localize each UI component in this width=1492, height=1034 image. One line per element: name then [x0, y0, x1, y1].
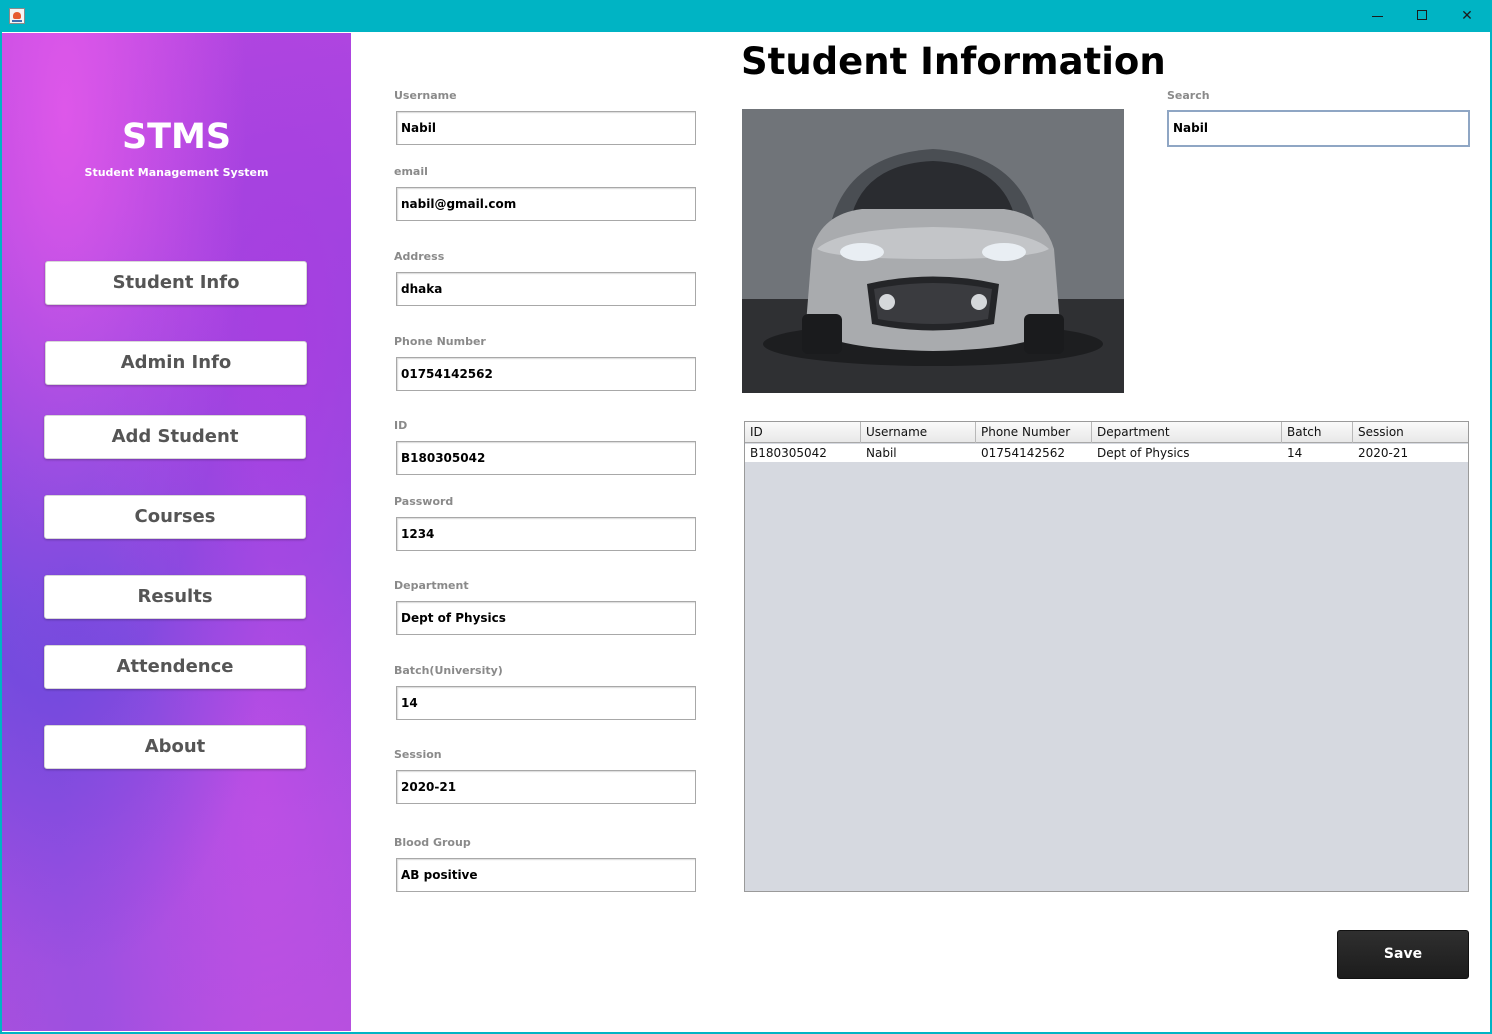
- cell-batch: 14: [1287, 446, 1303, 460]
- column-header-session[interactable]: Session: [1353, 422, 1468, 443]
- sidebar: STMS Student Management System Student I…: [2, 33, 351, 1031]
- student-photo: [742, 109, 1124, 393]
- session-field[interactable]: 2020-21: [396, 770, 696, 804]
- department-field[interactable]: Dept of Physics: [396, 601, 696, 635]
- cell-username: Nabil: [866, 446, 897, 460]
- search-input[interactable]: Nabil: [1167, 110, 1470, 147]
- batch-label: Batch(University): [394, 664, 503, 677]
- column-header-department[interactable]: Department: [1092, 422, 1282, 443]
- nav-about-button[interactable]: About: [44, 725, 306, 769]
- username-label: Username: [394, 89, 457, 102]
- username-field[interactable]: Nabil: [396, 111, 696, 145]
- address-field[interactable]: dhaka: [396, 272, 696, 306]
- email-field[interactable]: nabil@gmail.com: [396, 187, 696, 221]
- nav-courses-button[interactable]: Courses: [44, 495, 306, 539]
- id-field[interactable]: B180305042: [396, 441, 696, 475]
- nav-results-button[interactable]: Results: [44, 575, 306, 619]
- maximize-button[interactable]: [1399, 0, 1445, 32]
- save-button[interactable]: Save: [1337, 930, 1469, 979]
- column-header-phone-number[interactable]: Phone Number: [976, 422, 1092, 443]
- close-button[interactable]: ✕: [1444, 0, 1490, 32]
- nav-student-info-button[interactable]: Student Info: [45, 261, 307, 305]
- password-label: Password: [394, 495, 454, 508]
- nav-admin-info-button[interactable]: Admin Info: [45, 341, 307, 385]
- department-label: Department: [394, 579, 469, 592]
- phone-number-label: Phone Number: [394, 335, 486, 348]
- window-titlebar: ✕: [0, 0, 1492, 32]
- java-app-icon: [9, 8, 25, 24]
- address-label: Address: [394, 250, 445, 263]
- column-header-batch[interactable]: Batch: [1282, 422, 1353, 443]
- maximize-icon: [1417, 10, 1427, 20]
- cell-phone-number: 01754142562: [981, 446, 1065, 460]
- blood-group-field[interactable]: AB positive: [396, 858, 696, 892]
- car-photo-illustration: [742, 109, 1124, 393]
- password-field[interactable]: 1234: [396, 517, 696, 551]
- nav-add-student-button[interactable]: Add Student: [44, 415, 306, 459]
- phone-number-field[interactable]: 01754142562: [396, 357, 696, 391]
- batch-field[interactable]: 14: [396, 686, 696, 720]
- cell-department: Dept of Physics: [1097, 446, 1190, 460]
- blood-group-label: Blood Group: [394, 836, 471, 849]
- minimize-icon: [1372, 16, 1383, 17]
- cell-session: 2020-21: [1358, 446, 1409, 460]
- column-header-username[interactable]: Username: [861, 422, 976, 443]
- close-icon: ✕: [1461, 8, 1473, 24]
- app-title: STMS: [121, 117, 232, 157]
- table-row[interactable]: B180305042 Nabil 01754142562 Dept of Phy…: [745, 444, 1468, 462]
- app-subtitle: Student Management System: [84, 166, 269, 179]
- cell-id: B180305042: [750, 446, 827, 460]
- column-header-id[interactable]: ID: [745, 422, 861, 443]
- table-header: ID Username Phone Number Department Batc…: [745, 422, 1468, 443]
- id-label: ID: [394, 419, 408, 432]
- page-title: Student Information: [741, 40, 1166, 83]
- email-label: email: [394, 165, 428, 178]
- minimize-button[interactable]: [1354, 0, 1400, 32]
- session-label: Session: [394, 748, 442, 761]
- search-label: Search: [1167, 89, 1210, 102]
- nav-attendence-button[interactable]: Attendence: [44, 645, 306, 689]
- students-table[interactable]: ID Username Phone Number Department Batc…: [744, 421, 1469, 892]
